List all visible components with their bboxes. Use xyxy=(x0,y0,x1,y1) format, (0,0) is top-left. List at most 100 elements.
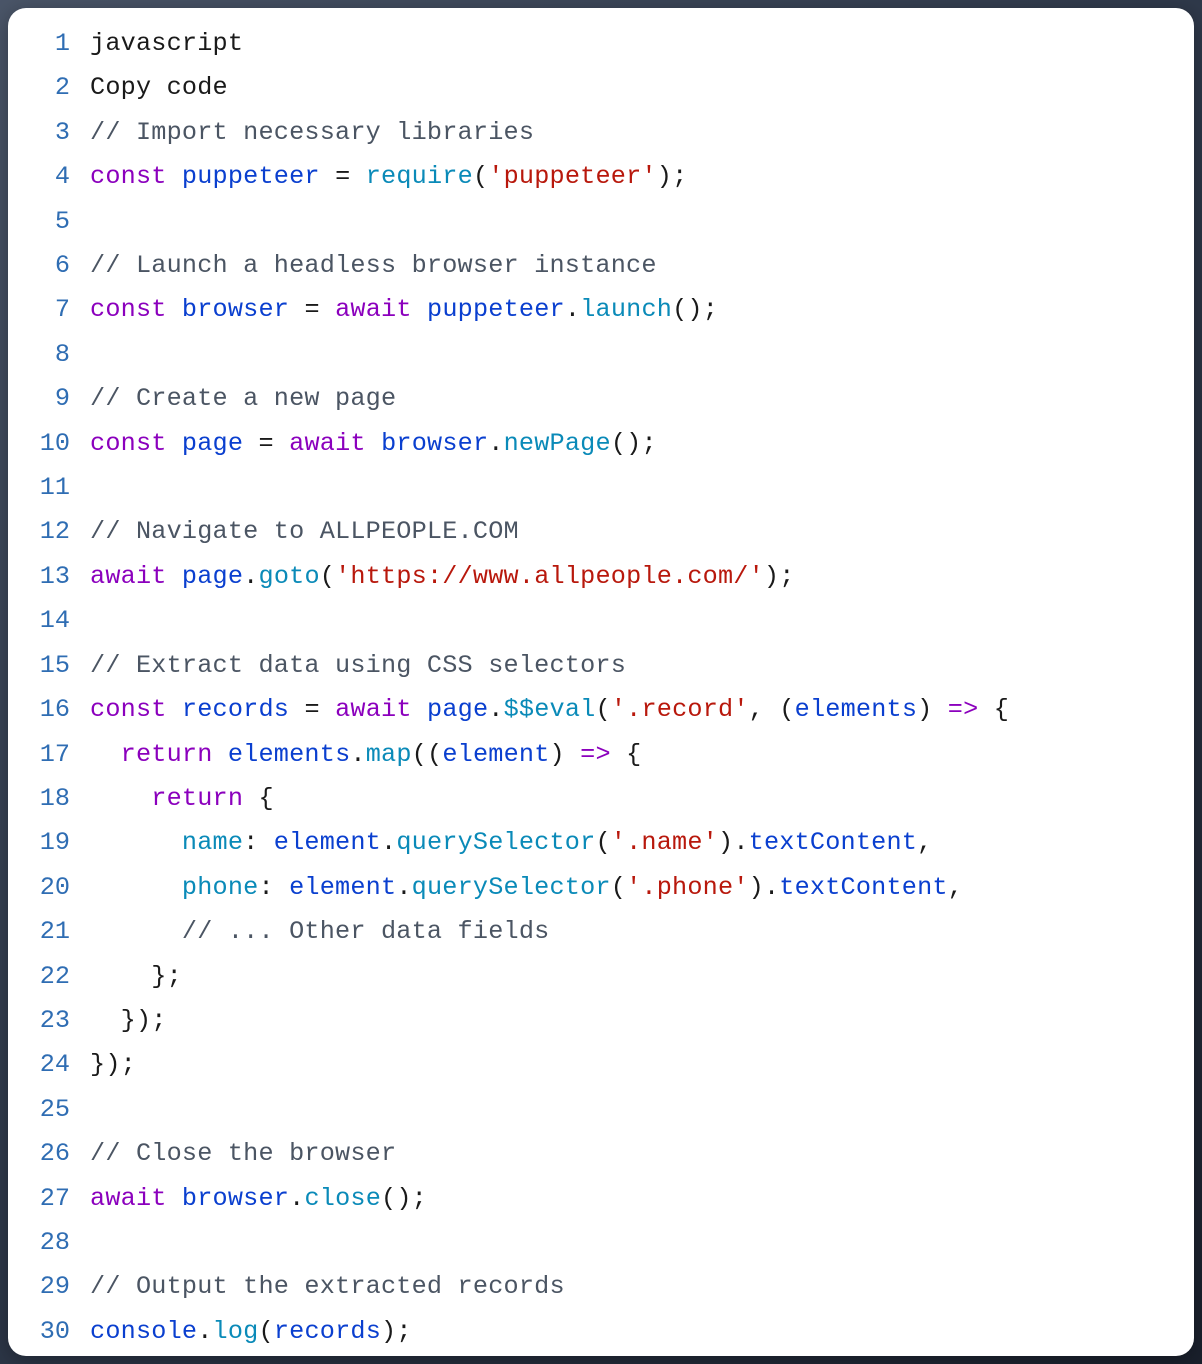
code-token: ( xyxy=(320,562,335,591)
line-number: 7 xyxy=(8,288,90,332)
line-number: 6 xyxy=(8,244,90,288)
code-token: javascript xyxy=(90,29,243,58)
code-content: // Extract data using CSS selectors xyxy=(90,644,1194,688)
code-token: : xyxy=(258,873,289,902)
code-content xyxy=(90,466,1194,510)
code-token: ); xyxy=(657,162,688,191)
code-line: 29// Output the extracted records xyxy=(8,1265,1194,1309)
code-token: . xyxy=(488,695,503,724)
code-token: await xyxy=(90,1184,167,1213)
code-content: Copy code xyxy=(90,66,1194,110)
code-line: 12// Navigate to ALLPEOPLE.COM xyxy=(8,510,1194,554)
code-token: . xyxy=(350,740,365,769)
code-content: }); xyxy=(90,1043,1194,1087)
code-token: (); xyxy=(611,429,657,458)
code-token: browser xyxy=(381,429,488,458)
line-number: 8 xyxy=(8,333,90,377)
code-token: , xyxy=(948,873,963,902)
code-token: const xyxy=(90,162,167,191)
code-token: elements xyxy=(795,695,918,724)
code-content: // ... Other data fields xyxy=(90,910,1194,954)
code-token: await xyxy=(335,295,412,324)
code-token: (); xyxy=(381,1184,427,1213)
code-line: 1javascript xyxy=(8,22,1194,66)
code-token: phone xyxy=(182,873,259,902)
code-token: const xyxy=(90,695,167,724)
code-token: // Extract data using CSS selectors xyxy=(90,651,626,680)
code-token xyxy=(320,295,335,324)
code-token: browser xyxy=(182,1184,289,1213)
code-token: return xyxy=(121,740,213,769)
code-token xyxy=(412,695,427,724)
code-token xyxy=(90,962,151,991)
line-number: 5 xyxy=(8,200,90,244)
code-line: 15// Extract data using CSS selectors xyxy=(8,644,1194,688)
line-number: 17 xyxy=(8,733,90,777)
line-number: 27 xyxy=(8,1177,90,1221)
line-number: 30 xyxy=(8,1310,90,1354)
code-token: page xyxy=(182,429,243,458)
code-token: // Close the browser xyxy=(90,1139,396,1168)
code-line: 10const page = await browser.newPage(); xyxy=(8,422,1194,466)
line-number: 24 xyxy=(8,1043,90,1087)
line-number: 10 xyxy=(8,422,90,466)
code-token: const xyxy=(90,295,167,324)
code-token: ( xyxy=(473,162,488,191)
code-token xyxy=(412,295,427,324)
code-line: 30console.log(records); xyxy=(8,1310,1194,1354)
line-number: 9 xyxy=(8,377,90,421)
code-content: }); xyxy=(90,999,1194,1043)
code-token xyxy=(289,295,304,324)
code-content: // Launch a headless browser instance xyxy=(90,244,1194,288)
code-token: await xyxy=(289,429,366,458)
code-token: '.record' xyxy=(611,695,749,724)
code-line: 7const browser = await puppeteer.launch(… xyxy=(8,288,1194,332)
line-number: 14 xyxy=(8,599,90,643)
code-line: 11 xyxy=(8,466,1194,510)
code-token xyxy=(167,562,182,591)
code-content: return { xyxy=(90,777,1194,821)
code-token: : xyxy=(243,828,274,857)
line-number: 4 xyxy=(8,155,90,199)
line-number: 22 xyxy=(8,955,90,999)
line-number: 26 xyxy=(8,1132,90,1176)
code-token: }); xyxy=(121,1006,167,1035)
code-token: element xyxy=(274,828,381,857)
line-number: 15 xyxy=(8,644,90,688)
code-token: map xyxy=(366,740,412,769)
code-token: '.name' xyxy=(611,828,718,857)
code-token xyxy=(350,162,365,191)
code-token: 'puppeteer' xyxy=(488,162,656,191)
code-token: = xyxy=(259,429,274,458)
code-token xyxy=(289,695,304,724)
code-line: 22 }; xyxy=(8,955,1194,999)
code-content: await page.goto('https://www.allpeople.c… xyxy=(90,555,1194,599)
code-token: log xyxy=(213,1317,259,1346)
line-number: 16 xyxy=(8,688,90,732)
line-number: 18 xyxy=(8,777,90,821)
code-content: console.log(records); xyxy=(90,1310,1194,1354)
code-content: name: element.querySelector('.name').tex… xyxy=(90,821,1194,865)
code-token: element xyxy=(442,740,549,769)
code-content xyxy=(90,333,1194,377)
code-token: page xyxy=(427,695,488,724)
code-token: , xyxy=(917,828,932,857)
code-token xyxy=(167,429,182,458)
code-line: 24}); xyxy=(8,1043,1194,1087)
line-number: 29 xyxy=(8,1265,90,1309)
code-token: // ... Other data fields xyxy=(182,917,550,946)
code-token xyxy=(243,429,258,458)
code-token: launch xyxy=(580,295,672,324)
code-line: 14 xyxy=(8,599,1194,643)
code-token: . xyxy=(396,873,411,902)
code-token: . xyxy=(197,1317,212,1346)
code-line: 19 name: element.querySelector('.name').… xyxy=(8,821,1194,865)
code-token xyxy=(167,1184,182,1213)
code-token xyxy=(90,873,182,902)
line-number: 20 xyxy=(8,866,90,910)
line-number: 25 xyxy=(8,1088,90,1132)
code-token: { xyxy=(978,695,1009,724)
code-line: 20 phone: element.querySelector('.phone'… xyxy=(8,866,1194,910)
code-content: }; xyxy=(90,955,1194,999)
code-token: return xyxy=(151,784,243,813)
